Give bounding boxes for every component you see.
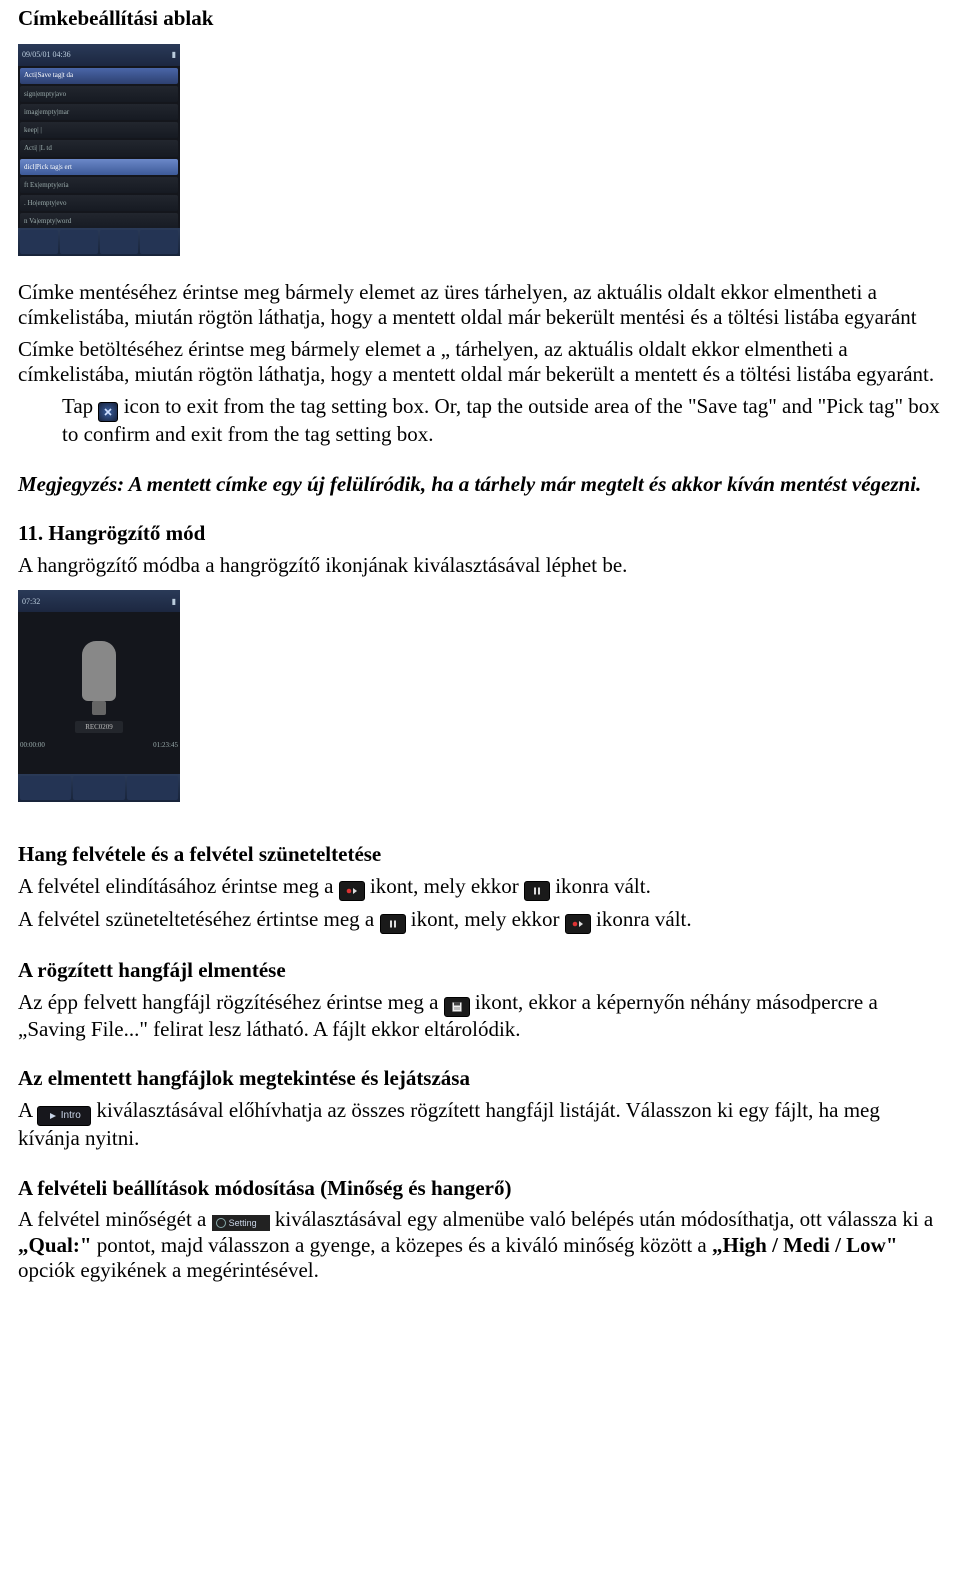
setting-label: Setting: [229, 1218, 257, 1229]
time-total: 01:23:45: [153, 741, 178, 750]
p-save-file: Az épp felvett hangfájl rögzítéséhez éri…: [18, 990, 942, 1043]
time-elapsed: 00:00:00: [20, 741, 45, 750]
setting-button-icon: Setting: [212, 1215, 270, 1231]
line-pause-record: A felvétel szüneteltetéséhez értintse me…: [18, 907, 942, 934]
line-start-record: A felvétel elindításához érintse meg a i…: [18, 874, 942, 901]
battery-icon: ▮: [172, 597, 176, 607]
device-screenshot-tags: 09/05/01 04:36 ▮ Acti|Save tag|t da sign…: [18, 44, 180, 256]
qual-label: „Qual:": [18, 1233, 92, 1257]
device-screenshot-recorder: 07:32 ▮ REC0209 00:00:00 01:23:45: [18, 590, 180, 802]
battery-icon: ▮: [172, 50, 176, 60]
device-time: 09/05/01 04:36: [22, 50, 71, 60]
tap-pre: Tap: [62, 394, 93, 418]
high-medi-low-label: „High / Medi / Low": [712, 1233, 898, 1257]
p-load-tag: Címke betöltéséhez érintse meg bármely e…: [18, 337, 942, 388]
p-recorder-intro: A hangrögzítő módba a hangrögzítő ikonjá…: [18, 553, 942, 579]
microphone-icon: [82, 641, 116, 701]
section-title-playback: Az elmentett hangfájlok megtekintése és …: [18, 1066, 942, 1092]
section-title-record-pause: Hang felvétele és a felvétel szüneteltet…: [18, 842, 942, 868]
intro-label: Intro: [61, 1110, 81, 1122]
p-playback: A Intro kiválasztásával előhívhatja az ö…: [18, 1098, 942, 1152]
save-icon: [444, 997, 470, 1017]
record-icon: [565, 914, 591, 934]
p-settings: A felvétel minőségét a Setting kiválaszt…: [18, 1207, 942, 1284]
section-title-settings: A felvételi beállítások módosítása (Minő…: [18, 1176, 942, 1202]
recording-filename: REC0209: [75, 721, 123, 734]
record-icon: [339, 881, 365, 901]
p-tap-exit: Tap icon to exit from the tag setting bo…: [18, 394, 942, 448]
p-save-tag: Címke mentéséhez érintse meg bármely ele…: [18, 280, 942, 331]
section-title-save: A rögzített hangfájl elmentése: [18, 958, 942, 984]
intro-button-icon: Intro: [37, 1106, 91, 1126]
device2-time: 07:32: [22, 597, 40, 607]
section-title-recorder: 11. Hangrögzítő mód: [18, 521, 942, 547]
pause-icon: [524, 881, 550, 901]
note-overwrite: Megjegyzés: A mentett címke egy új felül…: [18, 472, 942, 498]
section-title-tag-window: Címkebeállítási ablak: [18, 6, 942, 32]
exit-icon: [98, 402, 118, 422]
gear-icon: [216, 1218, 226, 1228]
tap-post: icon to exit from the tag setting box. O…: [62, 394, 940, 446]
pause-icon: [380, 914, 406, 934]
